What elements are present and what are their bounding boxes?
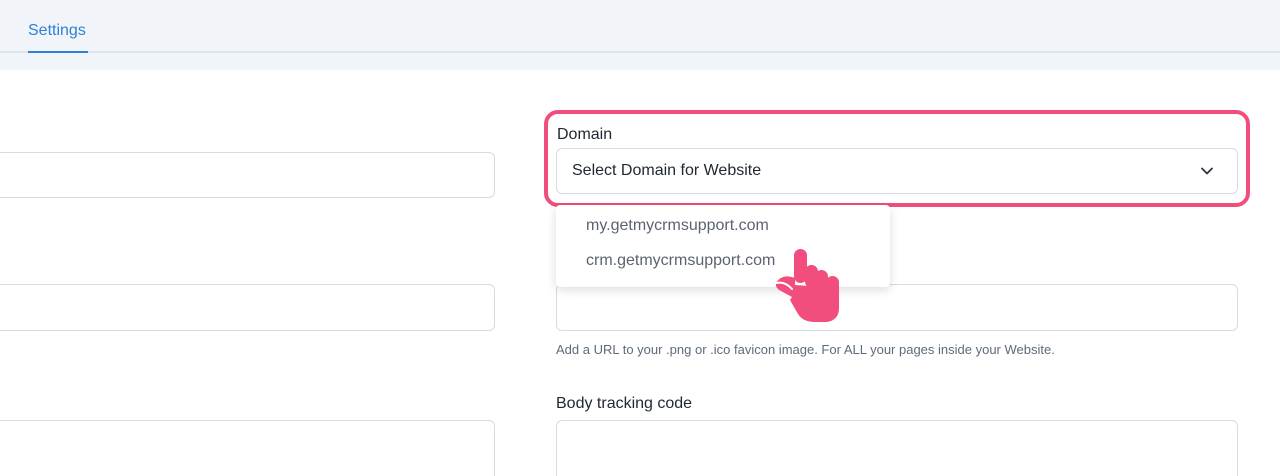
domain-option[interactable]: my.getmycrmsupport.com — [586, 217, 769, 235]
body-tracking-code-input[interactable] — [556, 420, 1238, 476]
favicon-help-text: Add a URL to your .png or .ico favicon i… — [556, 342, 1055, 357]
left-textarea[interactable] — [0, 420, 495, 476]
domain-select-value: Select Domain for Website — [572, 162, 762, 179]
tab-divider — [0, 51, 1280, 53]
domain-label: Domain — [557, 126, 613, 143]
left-text-field-1[interactable] — [0, 152, 495, 198]
chevron-down-icon — [1201, 167, 1213, 175]
tab-settings[interactable]: Settings — [28, 22, 86, 40]
left-text-field-2[interactable] — [0, 284, 495, 331]
hand-pointer-icon — [775, 249, 839, 322]
tab-settings-active-indicator — [28, 51, 88, 53]
top-tab-bar — [0, 0, 1280, 70]
favicon-url-input[interactable] — [556, 284, 1238, 331]
body-tracking-code-label: Body tracking code — [556, 395, 693, 412]
website-settings-page: Settings Domain Select Domain for Websit… — [0, 0, 1280, 476]
domain-option[interactable]: crm.getmycrmsupport.com — [586, 252, 775, 270]
domain-select[interactable]: Select Domain for Website — [556, 148, 1238, 194]
